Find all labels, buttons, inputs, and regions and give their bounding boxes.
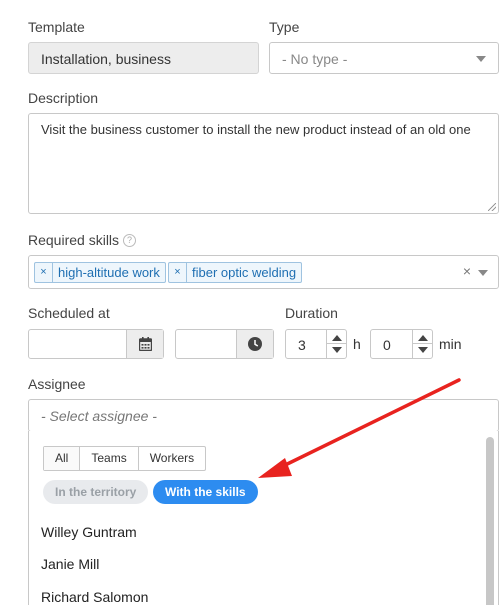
in-territory-filter-button[interactable]: In the territory xyxy=(43,480,149,504)
type-placeholder: - No type - xyxy=(282,51,348,67)
hours-unit: h xyxy=(353,336,361,352)
remove-tag-icon[interactable]: × xyxy=(35,263,53,282)
assignee-placeholder: - Select assignee - xyxy=(41,408,157,424)
time-input[interactable] xyxy=(175,329,274,359)
calendar-icon xyxy=(138,337,152,351)
required-skills-label: Required skills? xyxy=(28,232,137,248)
description-textarea[interactable]: Visit the business customer to install t… xyxy=(28,113,499,214)
dropdown-scrollbar[interactable] xyxy=(486,437,494,605)
calendar-button[interactable] xyxy=(126,330,163,358)
template-field[interactable]: Installation, business xyxy=(28,42,259,74)
assignee-select[interactable]: - Select assignee - xyxy=(28,399,499,432)
skills-multiselect[interactable]: × high-altitude work × fiber optic weldi… xyxy=(28,255,499,289)
template-value: Installation, business xyxy=(41,51,171,67)
assignee-label: Assignee xyxy=(28,376,86,392)
type-label: Type xyxy=(269,19,300,35)
worker-list-item[interactable]: Richard Salomon xyxy=(41,589,148,605)
description-label: Description xyxy=(28,90,99,106)
chevron-down-icon[interactable] xyxy=(478,270,488,276)
minutes-spin-buttons xyxy=(412,330,432,358)
type-select[interactable]: - No type - xyxy=(269,42,499,74)
date-input[interactable] xyxy=(28,329,164,359)
assignee-dropdown: All Teams Workers In the territory With … xyxy=(28,431,499,605)
template-label: Template xyxy=(28,19,85,35)
help-icon[interactable]: ? xyxy=(123,234,137,247)
clear-icon[interactable]: × xyxy=(463,263,471,279)
skill-tag: × fiber optic welding xyxy=(168,262,303,283)
clock-button[interactable] xyxy=(236,330,273,358)
worker-list-item[interactable]: Janie Mill xyxy=(41,556,99,572)
decrement-icon[interactable] xyxy=(418,347,428,353)
duration-minutes-value: 0 xyxy=(383,337,391,353)
skill-tag-label: fiber optic welding xyxy=(192,265,297,280)
clock-icon xyxy=(248,337,262,351)
assignee-filter-tabs: All Teams Workers xyxy=(43,446,207,471)
hours-spin-buttons xyxy=(326,330,346,358)
increment-icon[interactable] xyxy=(332,335,342,341)
duration-hours-value: 3 xyxy=(298,337,306,353)
duration-minutes-stepper[interactable]: 0 xyxy=(370,329,433,359)
resize-grip-icon[interactable] xyxy=(488,203,496,211)
required-skills-text: Required skills xyxy=(28,232,120,248)
with-skills-filter-button[interactable]: With the skills xyxy=(153,480,258,504)
scheduled-at-label: Scheduled at xyxy=(28,305,110,321)
description-text: Visit the business customer to install t… xyxy=(41,122,471,137)
minutes-unit: min xyxy=(439,336,462,352)
skill-tag: × high-altitude work xyxy=(34,262,166,283)
decrement-icon[interactable] xyxy=(332,347,342,353)
worker-list-item[interactable]: Willey Guntram xyxy=(41,524,137,540)
increment-icon[interactable] xyxy=(418,335,428,341)
tab-all[interactable]: All xyxy=(44,447,80,470)
skill-tag-label: high-altitude work xyxy=(58,265,160,280)
duration-label: Duration xyxy=(285,305,338,321)
remove-tag-icon[interactable]: × xyxy=(169,263,187,282)
duration-hours-stepper[interactable]: 3 xyxy=(285,329,347,359)
chevron-down-icon xyxy=(476,56,486,62)
tab-teams[interactable]: Teams xyxy=(79,447,137,470)
tab-workers[interactable]: Workers xyxy=(137,447,205,470)
